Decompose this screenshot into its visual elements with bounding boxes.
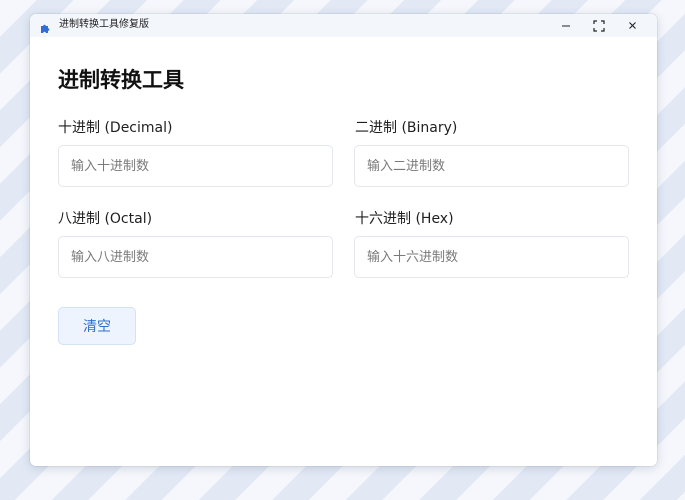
close-icon (628, 21, 637, 30)
close-button[interactable] (615, 14, 649, 37)
minimize-button[interactable] (549, 14, 583, 37)
title-bar: 进制转换工具修复版 (30, 14, 657, 37)
clear-button[interactable]: 清空 (58, 307, 136, 345)
decimal-input[interactable] (58, 145, 333, 187)
decimal-label: 十进制 (Decimal) (58, 120, 173, 136)
octal-label: 八进制 (Octal) (58, 211, 153, 227)
binary-label: 二进制 (Binary) (355, 120, 458, 136)
app-window: 进制转换工具修复版 进制转换工具 十进制 (Decimal) 二进制 (Bina… (30, 14, 657, 466)
window-title: 进制转换工具修复版 (59, 19, 149, 30)
binary-input[interactable] (354, 145, 629, 187)
page-title: 进制转换工具 (58, 68, 184, 92)
maximize-icon (593, 19, 605, 32)
puzzle-icon (40, 19, 52, 33)
hex-input[interactable] (354, 236, 629, 278)
maximize-button[interactable] (582, 14, 616, 37)
minimize-icon (561, 21, 571, 31)
octal-input[interactable] (58, 236, 333, 278)
hex-label: 十六进制 (Hex) (355, 211, 454, 227)
